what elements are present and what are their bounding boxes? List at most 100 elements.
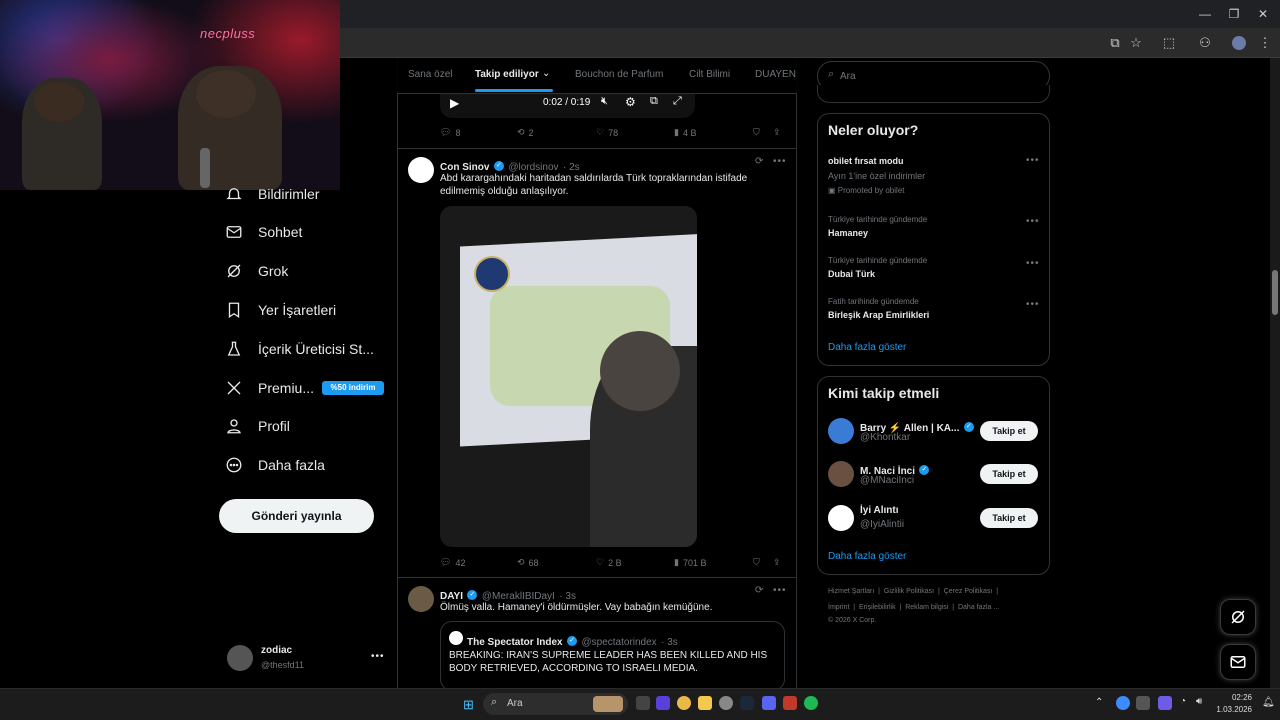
more-options-icon[interactable]: ••• [773,585,787,596]
copilot-icon[interactable] [656,696,670,710]
follow-button[interactable]: Takip et [980,421,1038,441]
clock-time[interactable]: 02:26 [1218,693,1252,702]
nav-profile[interactable]: Profil [224,408,290,444]
extensions-icon[interactable]: ⬚ [1160,34,1178,52]
windows-start-icon[interactable]: ⊞ [463,697,474,713]
grok-icon[interactable]: ⟳ [755,156,763,167]
chrome-icon[interactable] [677,696,691,710]
browser-profile-avatar[interactable] [1232,36,1246,50]
share-icon[interactable]: ⇪ [773,557,781,568]
bookmark-star-icon[interactable]: ☆ [1127,34,1145,52]
trend-more-icon[interactable]: ••• [1026,216,1040,227]
clock-date[interactable]: 1.03.2026 [1212,705,1252,714]
reply-stat[interactable]: 💬︎ 8 [440,127,460,138]
nav-creator-studio[interactable]: İçerik Üreticisi St... [224,331,374,367]
tweet-avatar[interactable] [408,586,434,612]
footer-link-more[interactable]: Daha fazla ... [958,604,999,611]
scrollbar-thumb[interactable] [1272,270,1278,315]
trend-more-icon[interactable]: ••• [1026,299,1040,310]
retweet-stat[interactable]: ⟲ 2 [517,127,534,138]
steam-icon[interactable] [740,696,754,710]
trend-title[interactable]: Birleşik Arap Emirlikleri [828,310,929,320]
file-explorer-icon[interactable] [698,696,712,710]
fullscreen-icon[interactable]: ⤢ [673,95,682,108]
follow-button[interactable]: Takip et [980,464,1038,484]
more-options-icon[interactable]: ••• [773,156,787,167]
volume-icon[interactable]: 🔊︎ [1196,696,1202,707]
bookmark-icon[interactable]: ⛉ [753,557,760,568]
follow-name[interactable]: İyi Alıntı [860,505,899,516]
close-icon[interactable]: ✕ [1255,6,1271,22]
trends-show-more[interactable]: Daha fazla göster [828,342,906,353]
profile-sync-icon[interactable]: ⚇ [1196,34,1214,52]
views-stat[interactable]: ▮ 4 B [674,127,696,138]
tray-app-icon[interactable] [1158,696,1172,710]
chevron-down-icon[interactable]: ⌄ [542,68,550,79]
trend-title[interactable]: obilet fırsat modu [828,156,904,166]
footer-link-cookies[interactable]: Çerez Politikası [944,588,993,595]
tray-chevron-icon[interactable]: ⌃ [1095,697,1103,708]
settings-gear-icon[interactable]: ⚙ [625,95,636,109]
nav-bookmarks[interactable]: Yer İşaretleri [224,292,336,328]
tab-duayen[interactable]: DUAYEN [755,69,796,80]
notification-bell-icon[interactable]: 🔔︎ [1262,697,1275,708]
follow-avatar[interactable] [828,418,854,444]
messages-fab[interactable] [1220,644,1256,680]
tab-following[interactable]: Takip ediliyor [475,69,539,80]
follow-avatar[interactable] [828,505,854,531]
follow-avatar[interactable] [828,461,854,487]
post-button[interactable]: Gönderi yayınla [219,499,374,533]
maximize-icon[interactable]: ❐ [1226,6,1242,22]
browser-menu-icon[interactable]: ⋮ [1256,34,1274,52]
trend-title[interactable]: Hamaney [828,228,868,238]
nav-chat[interactable]: Sohbet [224,214,302,250]
account-avatar[interactable] [227,645,253,671]
wifi-icon[interactable]: ◔ [1180,696,1186,707]
trend-title[interactable]: Dubai Türk [828,269,875,279]
tweet-media-image[interactable] [440,206,697,547]
cast-icon[interactable]: ⧉ [1106,34,1124,52]
trend-more-icon[interactable]: ••• [1026,258,1040,269]
minimize-icon[interactable]: — [1197,6,1213,22]
footer-link-accessibility[interactable]: Erişilebilirlik [859,604,896,611]
like-stat[interactable]: ♡ 78 [596,127,618,138]
footer-link-ads[interactable]: Reklam bilgisi [905,604,948,611]
share-icon[interactable]: ⇪ [773,127,781,138]
taskbar-search[interactable]: ⌕ Ara [483,693,628,715]
tweet-avatar[interactable] [408,157,434,183]
views-stat[interactable]: ▮ 701 B [674,557,706,568]
account-name[interactable]: zodiac [261,645,292,656]
spotify-icon[interactable] [804,696,818,710]
follow-show-more[interactable]: Daha fazla göster [828,551,906,562]
trend-more-icon[interactable]: ••• [1026,155,1040,166]
tab-for-you[interactable]: Sana özel [408,69,452,80]
nav-grok[interactable]: Grok [224,253,288,289]
follow-button[interactable]: Takip et [980,508,1038,528]
nav-more[interactable]: Daha fazla [224,447,325,483]
settings-icon[interactable] [719,696,733,710]
nav-premium[interactable]: Premiu... [224,370,314,406]
grok-fab[interactable] [1220,599,1256,635]
footer-link-privacy[interactable]: Gizlilik Politikası [884,588,934,595]
premium-discount-badge[interactable]: %50 indirim [322,381,384,395]
tab-bouchon-de-parfum[interactable]: Bouchon de Parfum [575,69,663,80]
retweet-stat[interactable]: ⟲ 68 [517,557,539,568]
mute-icon[interactable]: 🔇︎ [601,95,608,108]
bookmark-icon[interactable]: ⛉ [753,127,760,138]
page-scrollbar[interactable] [1270,58,1280,688]
footer-link-terms[interactable]: Hizmet Şartları [828,588,874,595]
pip-icon[interactable]: ⧉ [650,95,658,108]
like-stat[interactable]: ♡ 2 B [596,557,622,568]
app-icon[interactable] [783,696,797,710]
tray-app-icon[interactable] [1136,696,1150,710]
task-view-icon[interactable] [636,696,650,710]
nav-notifications[interactable]: Bildirimler [224,176,319,212]
tray-app-icon[interactable] [1116,696,1130,710]
footer-link-imprint[interactable]: İmprint [828,604,849,611]
account-menu-icon[interactable]: ••• [371,651,385,662]
discord-icon[interactable] [762,696,776,710]
grok-icon[interactable]: ⟳ [755,585,763,596]
play-icon[interactable]: ▶ [450,96,459,110]
tab-cilt-bilimi[interactable]: Cilt Bilimi [689,69,730,80]
reply-stat[interactable]: 💬︎ 42 [440,557,465,568]
